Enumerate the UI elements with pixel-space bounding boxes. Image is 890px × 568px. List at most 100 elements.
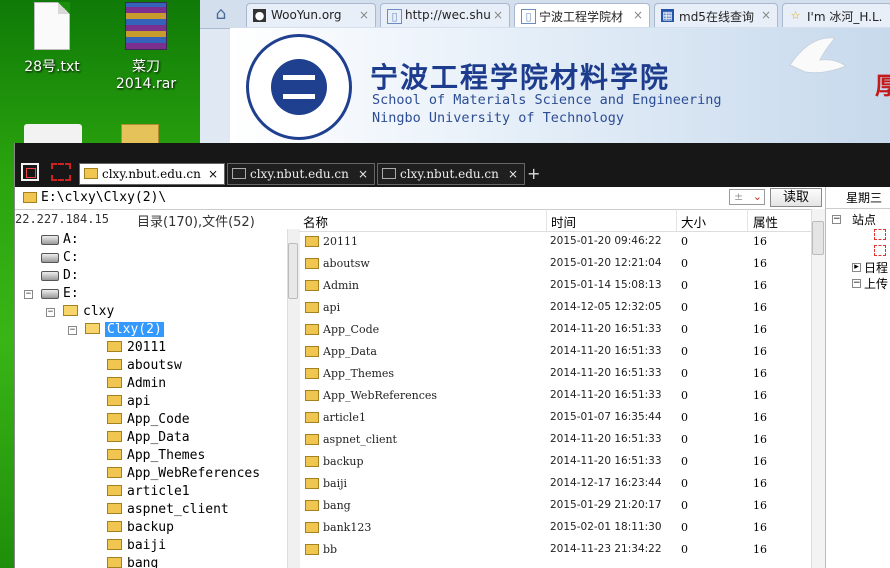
close-icon[interactable]: × [358,167,368,181]
tree-folder[interactable]: api [107,393,150,411]
browser-tab-md5[interactable]: ▦ md5在线查询 × [654,3,778,27]
close-icon[interactable]: × [508,167,518,181]
file-attr: 16 [753,499,767,512]
tool-tab-file-manager[interactable]: clxy.nbut.edu.cn × [79,163,225,185]
table-row[interactable]: api 2014-12-05 12:32:05 0 16 [299,297,811,319]
column-header-attr[interactable]: 属性 [753,212,778,231]
collapse-icon[interactable]: − [24,290,33,299]
window-icon[interactable] [21,163,39,181]
panel-item-sites[interactable]: 站点 [852,211,876,228]
file-attr: 16 [753,389,767,402]
file-list-scrollbar[interactable] [811,209,826,568]
text-file-icon [34,2,70,50]
tree-folder[interactable]: baiji [107,537,166,555]
site-entry-icon[interactable] [874,245,886,256]
banner-side-text: 厚 [875,72,890,100]
tool-tab-terminal-1[interactable]: clxy.nbut.edu.cn × [227,163,375,185]
table-row[interactable]: App_Code 2014-11-20 16:51:33 0 16 [299,319,811,341]
tree-folder[interactable]: App_Data [107,429,190,447]
browser-tab-wooyun[interactable]: ● WooYun.org × [246,3,376,27]
browser-tab-binghe[interactable]: ☆ I'm 冰河_H.L. [782,3,890,27]
tree-folder[interactable]: bang [107,555,158,568]
file-size: 0 [681,433,688,446]
file-attr: 16 [753,543,767,556]
table-row[interactable]: 20111 2015-01-20 09:46:22 0 16 [299,231,811,253]
encoding-value: ± [734,190,744,203]
table-row[interactable]: bb 2014-11-23 21:34:22 0 16 [299,539,811,561]
tree-folder[interactable]: 20111 [107,339,166,357]
read-button[interactable]: 读取 [770,188,822,207]
collapse-icon[interactable]: − [832,215,841,224]
folder-icon [305,368,319,379]
column-header-size[interactable]: 大小 [681,212,706,231]
tree-folder[interactable]: App_WebReferences [107,465,260,483]
panel-item-schedule[interactable]: 日程 [864,259,888,276]
new-tab-button[interactable]: + [527,164,540,183]
tool-tab-terminal-2[interactable]: clxy.nbut.edu.cn × [377,163,525,185]
panel-item-upload[interactable]: 上传 [864,275,888,292]
column-header-name[interactable]: 名称 [303,212,328,231]
tree-folder[interactable]: aspnet_client [107,501,229,519]
table-row[interactable]: App_WebReferences 2014-11-20 16:51:33 0 16 [299,385,811,407]
table-row[interactable]: baiji 2014-12-17 16:23:44 0 16 [299,473,811,495]
table-row[interactable]: backup 2014-11-20 16:51:33 0 16 [299,451,811,473]
file-time: 2014-11-20 16:51:33 [550,323,662,335]
tree-folder[interactable]: Admin [107,375,166,393]
folder-icon [107,341,122,352]
browser-window: ⌂ ● WooYun.org × ▯ http://wec.shu × ▯ 宁波… [200,0,890,143]
table-row[interactable]: App_Themes 2014-11-20 16:51:33 0 16 [299,363,811,385]
site-entry-icon[interactable] [874,229,886,240]
home-icon[interactable]: ⌂ [210,4,232,24]
folder-icon [305,456,319,467]
table-row[interactable]: aboutsw 2015-01-20 12:21:04 0 16 [299,253,811,275]
collapse-icon[interactable]: − [68,326,77,335]
folder-icon [107,413,122,424]
column-header-time[interactable]: 时间 [551,212,576,231]
drive-icon [41,234,59,245]
browser-tab-nbut[interactable]: ▯ 宁波工程学院材 × [514,3,650,27]
tree-scrollbar-thumb[interactable] [288,243,298,299]
capture-icon[interactable] [51,163,71,181]
folder-icon [107,359,122,370]
dove-icon [789,37,848,74]
tree-folder[interactable]: article1 [107,483,190,501]
tree-folder[interactable]: App_Themes [107,447,205,465]
tree-folder-selected[interactable]: Clxy(2) [85,321,164,339]
folder-icon [305,522,319,533]
tree-folder[interactable]: aboutsw [107,357,182,375]
table-row[interactable]: article1 2015-01-07 16:35:44 0 16 [299,407,811,429]
page-icon: ▯ [387,9,402,24]
close-icon[interactable]: × [633,8,643,22]
desktop-icon-rar[interactable]: 菜刀2014.rar [106,2,186,92]
table-row[interactable]: Admin 2015-01-14 15:08:13 0 16 [299,275,811,297]
upload-icon: − [852,278,861,288]
tree-drive-a[interactable]: A: [41,231,79,249]
weekday-label: 星期三 [846,191,883,205]
tree-drive-d[interactable]: D: [41,267,79,285]
tree-folder-clxy[interactable]: clxy [63,303,114,321]
desktop-icon-txt[interactable]: 28号.txt [12,2,92,76]
path-input[interactable]: E:\clxy\Clxy(2)\ [41,190,166,205]
close-icon[interactable]: × [208,167,218,181]
table-row[interactable]: App_Data 2014-11-20 16:51:33 0 16 [299,341,811,363]
dir-file-count: 目录(170),文件(52) [137,215,255,228]
close-icon[interactable]: × [493,8,503,22]
tree-folder[interactable]: App_Code [107,411,190,429]
file-list-scrollbar-thumb[interactable] [812,221,824,255]
collapse-icon[interactable]: − [46,308,55,317]
terminal-icon [382,168,396,179]
file-time: 2015-01-14 15:08:13 [550,279,662,291]
encoding-select[interactable]: ± ⌄ [729,189,765,205]
tree-folder[interactable]: backup [107,519,174,537]
close-icon[interactable]: × [761,8,771,22]
tree-drive-c[interactable]: C: [41,249,79,267]
browser-tab-wec[interactable]: ▯ http://wec.shu × [380,3,510,27]
table-row[interactable]: bang 2015-01-29 21:20:17 0 16 [299,495,811,517]
table-row[interactable]: aspnet_client 2014-11-20 16:51:33 0 16 [299,429,811,451]
tool-tab-title: clxy.nbut.edu.cn [400,167,499,181]
file-time: 2015-01-29 21:20:17 [550,499,662,511]
file-size: 0 [681,301,688,314]
tree-drive-e[interactable]: E: [41,285,79,303]
table-row[interactable]: bank123 2015-02-01 18:11:30 0 16 [299,517,811,539]
close-icon[interactable]: × [359,8,369,22]
